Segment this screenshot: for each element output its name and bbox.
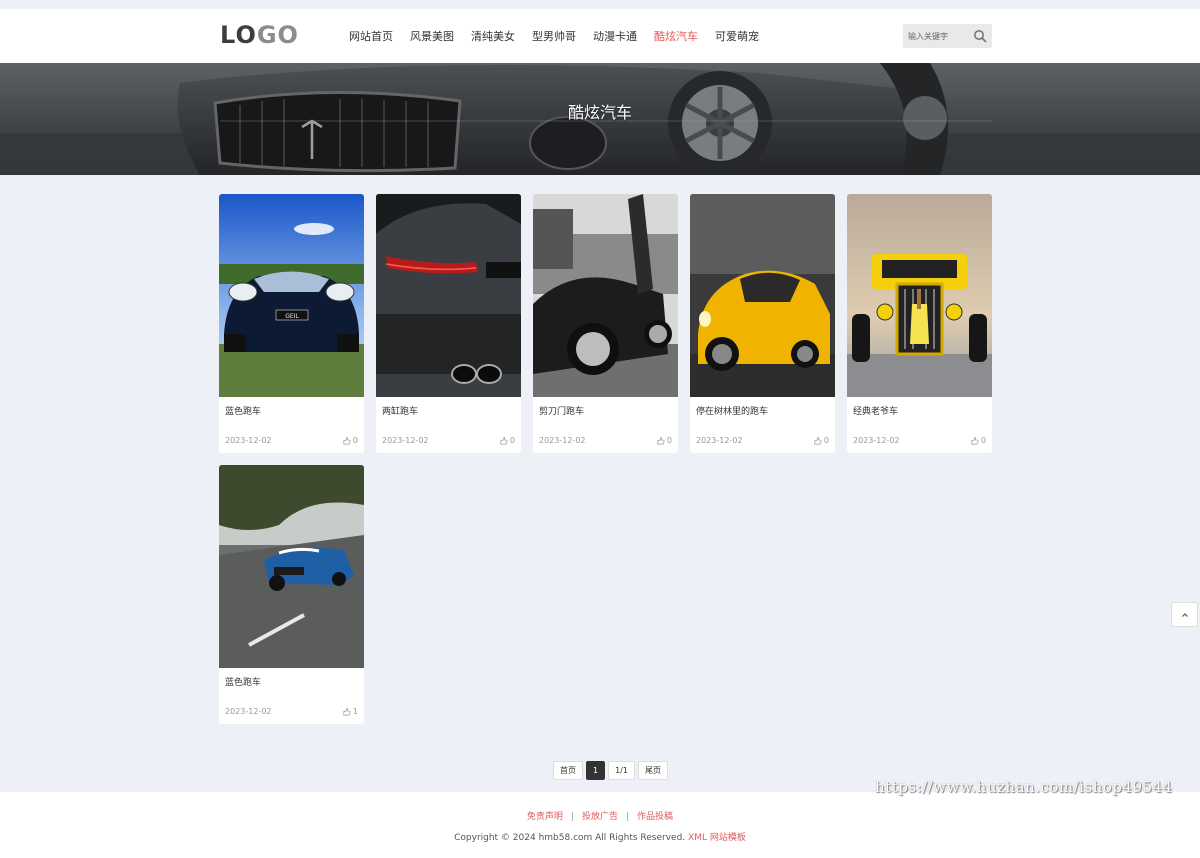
photo-card[interactable]: GEIL 蓝色跑车 2023-12-02 0 (219, 194, 364, 453)
card-thumbnail[interactable] (690, 194, 835, 397)
nav-item-scenery[interactable]: 风景美图 (410, 28, 454, 44)
card-thumbnail[interactable] (219, 465, 364, 668)
template-link[interactable]: 网站模板 (710, 833, 746, 843)
header: LOGO 网站首页 风景美图 清纯美女 型男帅哥 动漫卡通 酷炫汽车 可爱萌宠 (0, 9, 1200, 63)
footer-links: 免责声明 | 投放广告 | 作品投稿 (0, 809, 1200, 822)
photo-card[interactable]: 停在树林里的跑车 2023-12-02 0 (690, 194, 835, 453)
top-strip (0, 0, 1200, 9)
watermark-text: https://www.huzhan.com/ishop49544 (875, 778, 1173, 796)
card-title[interactable]: 经典老爷车 (853, 404, 898, 417)
card-title[interactable]: 剪刀门跑车 (539, 404, 584, 417)
like-count: 1 (352, 707, 358, 716)
card-title[interactable]: 停在树林里的跑车 (696, 404, 768, 417)
search-input[interactable] (903, 24, 969, 49)
card-likes: 0 (970, 436, 986, 445)
logo-accent-text: GO (256, 21, 299, 49)
footer-link-submit[interactable]: 作品投稿 (637, 812, 673, 822)
card-title[interactable]: 蓝色跑车 (225, 675, 261, 688)
like-count: 0 (823, 436, 829, 445)
like-count: 0 (666, 436, 672, 445)
card-likes: 0 (813, 436, 829, 445)
like-count: 0 (509, 436, 515, 445)
card-likes: 0 (342, 436, 358, 445)
card-likes: 0 (656, 436, 672, 445)
main-nav: 网站首页 风景美图 清纯美女 型男帅哥 动漫卡通 酷炫汽车 可爱萌宠 (349, 9, 776, 63)
footer-link-ads[interactable]: 投放广告 (582, 812, 618, 822)
page-current-button[interactable]: 1 (586, 761, 606, 780)
logo[interactable]: LOGO (220, 22, 299, 48)
card-date: 2023-12-02 (539, 436, 586, 445)
footer-separator: | (570, 812, 574, 822)
photo-card[interactable]: 剪刀门跑车 2023-12-02 0 (533, 194, 678, 453)
like-icon (343, 436, 351, 445)
photo-card[interactable]: 蓝色跑车 2023-12-02 1 (219, 465, 364, 724)
like-count: 0 (352, 436, 358, 445)
like-icon (343, 707, 351, 716)
card-likes: 1 (342, 707, 358, 716)
card-thumbnail[interactable] (847, 194, 992, 397)
footer-link-disclaimer[interactable]: 免责声明 (527, 812, 563, 822)
card-title[interactable]: 蓝色跑车 (225, 404, 261, 417)
card-date: 2023-12-02 (225, 707, 272, 716)
category-banner: 酷炫汽车 (0, 63, 1200, 175)
svg-text:GEIL: GEIL (285, 313, 299, 320)
card-thumbnail[interactable]: GEIL (219, 194, 364, 397)
card-date: 2023-12-02 (382, 436, 429, 445)
page-info: 1/1 (608, 761, 635, 780)
like-icon (814, 436, 822, 445)
nav-item-cars[interactable]: 酷炫汽车 (654, 28, 698, 44)
like-icon (657, 436, 665, 445)
search-icon[interactable] (973, 29, 987, 43)
nav-item-girls[interactable]: 清纯美女 (471, 28, 515, 44)
card-thumbnail[interactable] (533, 194, 678, 397)
banner-title: 酷炫汽车 (567, 103, 632, 122)
like-count: 0 (980, 436, 986, 445)
card-title[interactable]: 两缸跑车 (382, 404, 418, 417)
card-date: 2023-12-02 (853, 436, 900, 445)
nav-item-guys[interactable]: 型男帅哥 (532, 28, 576, 44)
page-last-button[interactable]: 尾页 (637, 761, 668, 780)
card-date: 2023-12-02 (696, 436, 743, 445)
nav-item-home[interactable]: 网站首页 (349, 28, 393, 44)
chevron-up-icon (1181, 612, 1188, 617)
pagination: 首页 1 1/1 尾页 (553, 761, 671, 780)
card-likes: 0 (499, 436, 515, 445)
nav-item-anime[interactable]: 动漫卡通 (593, 28, 637, 44)
back-to-top-button[interactable] (1171, 602, 1198, 627)
logo-main-text: LO (220, 21, 257, 49)
like-icon (500, 436, 508, 445)
search-box (903, 24, 992, 49)
xml-link[interactable]: XML (688, 833, 707, 843)
card-thumbnail[interactable] (376, 194, 521, 397)
like-icon (971, 436, 979, 445)
nav-item-pets[interactable]: 可爱萌宠 (715, 28, 759, 44)
footer-separator: | (626, 812, 630, 822)
photo-card[interactable]: 经典老爷车 2023-12-02 0 (847, 194, 992, 453)
photo-card[interactable]: 两缸跑车 2023-12-02 0 (376, 194, 521, 453)
copyright-text: Copyright © 2024 hmb58.com All Rights Re… (454, 833, 686, 843)
copyright: Copyright © 2024 hmb58.com All Rights Re… (0, 830, 1200, 843)
card-date: 2023-12-02 (225, 436, 272, 445)
footer: 免责声明 | 投放广告 | 作品投稿 Copyright © 2024 hmb58.co… (0, 792, 1200, 858)
page-first-button[interactable]: 首页 (553, 761, 583, 780)
